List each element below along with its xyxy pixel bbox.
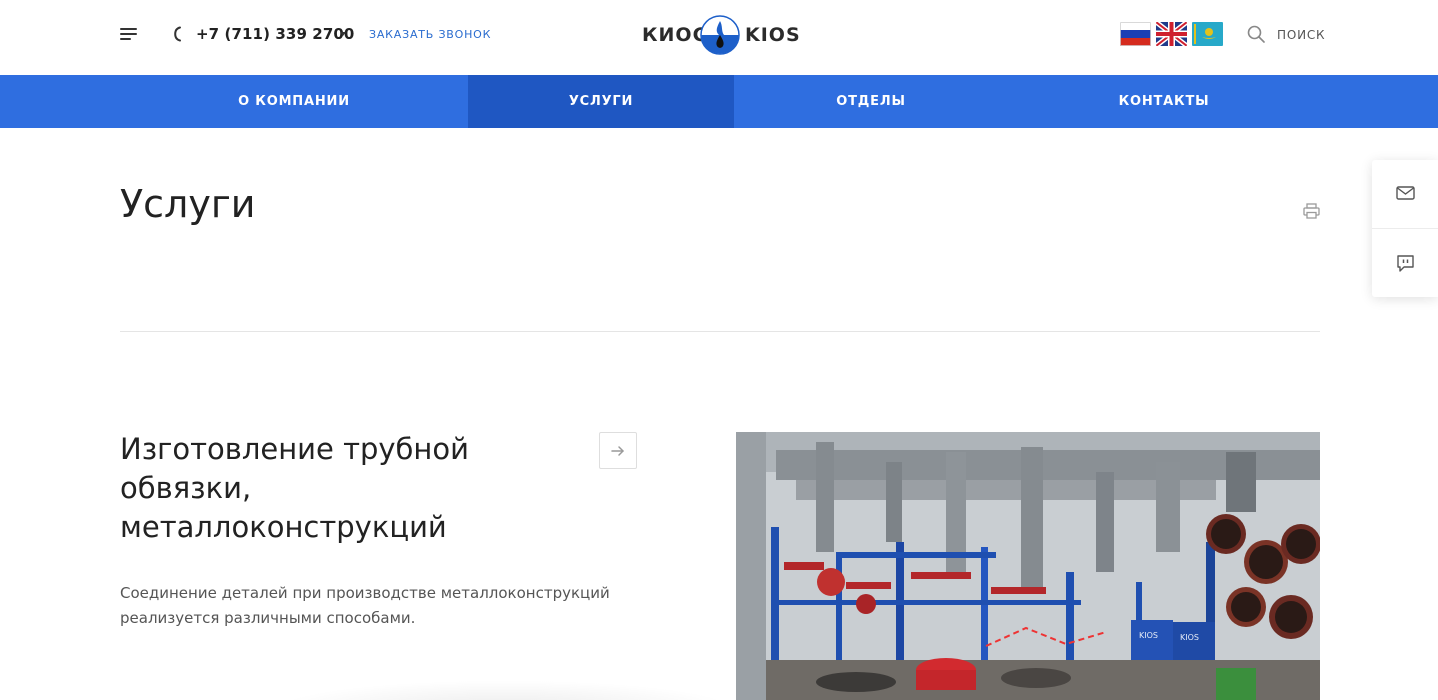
phone-number[interactable]: +7 (711) 339 2700 — [196, 25, 354, 43]
logo-emblem-icon — [700, 15, 740, 55]
card-shadow — [270, 680, 740, 700]
title-divider — [120, 331, 1320, 332]
burger-menu-icon[interactable] — [120, 28, 137, 41]
logo-text-en: KIOS — [745, 24, 801, 46]
nav-item-services[interactable]: УСЛУГИ — [468, 75, 734, 128]
search-icon[interactable] — [1247, 25, 1265, 43]
callback-link[interactable]: ЗАКАЗАТЬ ЗВОНОК — [369, 28, 491, 41]
nav-item-contacts[interactable]: КОНТАКТЫ — [1008, 75, 1320, 128]
kz-flag-icon[interactable] — [1192, 22, 1223, 46]
page-title: Услуги — [120, 182, 256, 226]
photo-label-1: KIOS — [1139, 631, 1158, 640]
service-title[interactable]: Изготовление трубной обвязки, металлокон… — [120, 430, 560, 547]
nav-item-about[interactable]: О КОМПАНИИ — [120, 75, 468, 128]
mail-icon — [1396, 186, 1415, 200]
service-photo[interactable]: KIOS KIOS — [736, 432, 1320, 700]
feedback-icon — [1397, 255, 1414, 272]
service-open-button[interactable] — [599, 432, 637, 469]
phone-dropdown-caret-icon[interactable] — [340, 32, 346, 36]
workshop-illustration: KIOS KIOS — [736, 432, 1320, 700]
search-label[interactable]: ПОИСК — [1277, 28, 1325, 42]
side-mail-button[interactable] — [1372, 160, 1438, 228]
ru-flag-icon[interactable] — [1120, 22, 1151, 46]
nav-item-departments[interactable]: ОТДЕЛЫ — [734, 75, 1008, 128]
site-header: +7 (711) 339 2700 ЗАКАЗАТЬ ЗВОНОК КИОС K… — [0, 0, 1438, 75]
photo-label-2: KIOS — [1180, 633, 1199, 642]
main-nav: О КОМПАНИИ УСЛУГИ ОТДЕЛЫ КОНТАКТЫ — [0, 75, 1438, 128]
print-icon[interactable] — [1303, 203, 1320, 219]
phone-icon — [174, 26, 181, 42]
side-feedback-button[interactable] — [1372, 229, 1438, 297]
gb-flag-icon[interactable] — [1156, 22, 1187, 46]
company-logo[interactable]: КИОС KIOS — [642, 14, 802, 56]
logo-text-ru: КИОС — [642, 24, 708, 46]
service-description: Соединение деталей при производстве мета… — [120, 584, 610, 627]
side-contact-widget — [1372, 160, 1438, 297]
arrow-right-icon — [611, 446, 624, 456]
